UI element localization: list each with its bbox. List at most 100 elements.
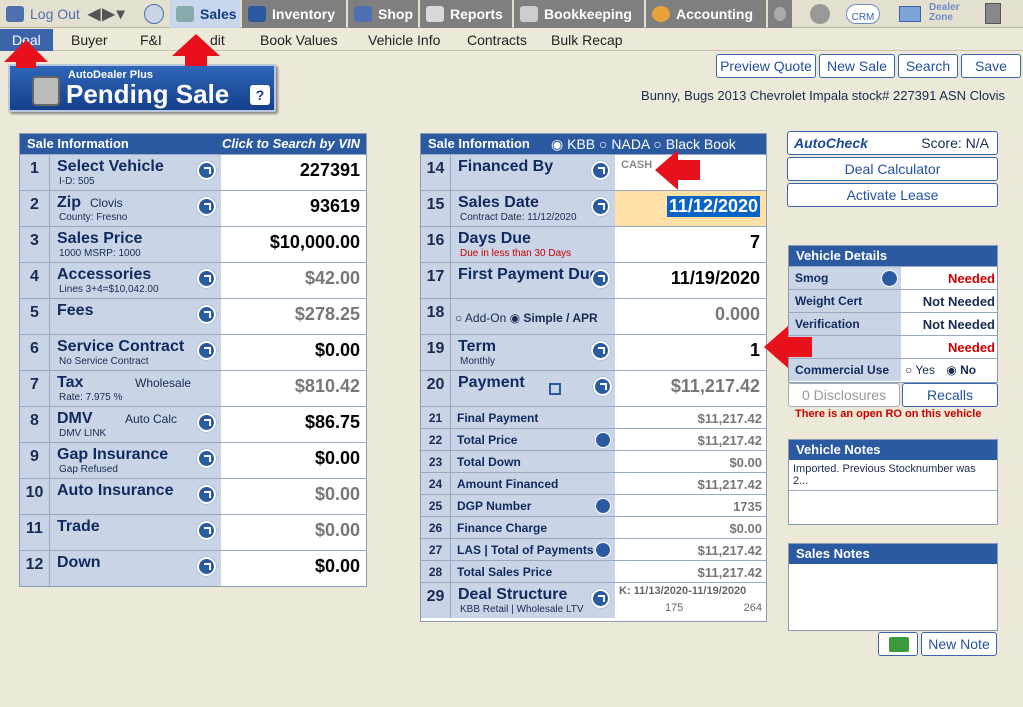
kbb-radio[interactable]: ◉	[551, 136, 567, 152]
row-number: 6	[20, 335, 50, 370]
row-lookup-button[interactable]	[591, 341, 610, 360]
nada-radio[interactable]: ○	[599, 136, 611, 152]
row-value[interactable]: 11/12/2020	[666, 196, 760, 217]
help-button[interactable]: ?	[250, 85, 270, 105]
preview-quote-button[interactable]: Preview Quote	[716, 54, 816, 78]
tab-deal[interactable]: Deal	[0, 29, 53, 51]
sale-info-mid-panel: Sale Information ◉ KBB ○ NADA ○ Black Bo…	[420, 133, 767, 622]
row-value[interactable]: $11,217.42	[671, 376, 760, 397]
row-value[interactable]: $0.00	[315, 484, 360, 505]
row-value[interactable]: $0.00	[315, 448, 360, 469]
row-value[interactable]: $10,000.00	[270, 232, 360, 253]
row-number: 7	[20, 371, 50, 406]
sale-row-28: 28 Total Sales Price $11,217.42	[421, 560, 766, 582]
settings-button[interactable]	[768, 0, 792, 28]
dealer-zone-icon[interactable]	[899, 6, 921, 22]
row-value[interactable]: $42.00	[305, 268, 360, 289]
row-value[interactable]: $0.00	[315, 556, 360, 577]
calculator-icon[interactable]	[985, 3, 1001, 24]
bell-icon[interactable]	[810, 4, 830, 24]
history-nav[interactable]: ◀▶▾	[88, 0, 127, 28]
nav-reports[interactable]: Reports	[420, 0, 512, 28]
tab-vehicle-info[interactable]: Vehicle Info	[368, 29, 440, 51]
save-button[interactable]: Save	[961, 54, 1021, 78]
commercial-yes-radio[interactable]: ○	[905, 363, 915, 377]
sale-row-7: 7 Tax Wholesale Rate: 7.975 % $810.42	[20, 370, 366, 406]
row-lookup-button[interactable]	[197, 449, 216, 468]
nav-bookkeeping[interactable]: Bookkeeping	[514, 0, 644, 28]
row-lookup-button[interactable]	[595, 432, 611, 448]
row-lookup-button[interactable]	[593, 377, 612, 396]
black-book-radio[interactable]: ○	[653, 136, 665, 152]
row-value[interactable]: 1	[750, 340, 760, 361]
row-lookup-button[interactable]	[197, 557, 216, 576]
row-value[interactable]: $86.75	[305, 412, 360, 433]
sale-row-19: 19 Term Monthly 1	[421, 334, 766, 370]
commercial-use-row: Commercial Use ○ Yes ◉ No	[789, 358, 997, 381]
logout-link[interactable]: Log Out	[6, 0, 80, 28]
row-lookup-button[interactable]	[595, 498, 611, 514]
row-lookup-button[interactable]	[591, 269, 610, 288]
row-value[interactable]: $810.42	[295, 376, 360, 397]
row-subtext: 1000 MSRP: 1000	[59, 248, 141, 259]
reports-icon	[426, 6, 444, 22]
row-value[interactable]: $0.00	[315, 340, 360, 361]
smog-lookup-button[interactable]	[881, 270, 898, 287]
addon-radio[interactable]: ○	[455, 311, 465, 325]
row-value: $0.00	[729, 521, 762, 536]
row-value[interactable]: 11/19/2020	[671, 268, 760, 289]
recalls-button[interactable]: Recalls	[902, 383, 998, 407]
crm-button[interactable]: CRM	[846, 4, 880, 24]
row-value[interactable]: $278.25	[295, 304, 360, 325]
tab-buyer[interactable]: Buyer	[71, 29, 108, 51]
vin-search-link[interactable]: Click to Search by VIN	[222, 134, 360, 154]
new-sale-button[interactable]: New Sale	[819, 54, 895, 78]
nav-sales[interactable]: Sales	[170, 0, 240, 28]
tab-book-values[interactable]: Book Values	[260, 29, 338, 51]
nav-accounting[interactable]: Accounting	[646, 0, 766, 28]
deal-wholesale-ltv: 264	[743, 602, 762, 614]
deal-calculator-button[interactable]: Deal Calculator	[787, 157, 998, 181]
nav-shop[interactable]: Shop	[348, 0, 418, 28]
row-subtext: Due in less than 30 Days	[460, 248, 572, 259]
vehicle-note-item[interactable]: Imported. Previous Stocknumber was 2...	[789, 460, 997, 491]
row-lookup-button[interactable]	[197, 413, 216, 432]
row-value[interactable]: 227391	[300, 160, 360, 181]
open-folder-button[interactable]	[878, 632, 918, 656]
tab-contracts[interactable]: Contracts	[467, 29, 527, 51]
row-lookup-button[interactable]	[197, 485, 216, 504]
row-value[interactable]: CASH	[621, 159, 760, 171]
row-lookup-button[interactable]	[197, 305, 216, 324]
row-name: Total Sales Price	[457, 565, 553, 579]
tab-bulk-recap[interactable]: Bulk Recap	[551, 29, 623, 51]
new-note-button[interactable]: New Note	[921, 632, 997, 656]
row-lookup-button[interactable]	[591, 161, 610, 180]
tab-edit[interactable]: dit	[210, 29, 225, 51]
simple-apr-radio[interactable]: ◉	[506, 311, 523, 325]
row-name: Tax	[57, 374, 84, 391]
row-lookup-button[interactable]	[197, 197, 216, 216]
row-value[interactable]: 93619	[310, 196, 360, 217]
row-lookup-button[interactable]	[197, 161, 216, 180]
row-name: Total Down	[457, 455, 521, 469]
unlock-icon[interactable]	[549, 383, 561, 395]
dealer-zone-link[interactable]: Dealer Zone	[929, 3, 960, 23]
disclosures-button[interactable]: 0 Disclosures	[788, 383, 900, 407]
row-lookup-button[interactable]	[197, 521, 216, 540]
row-value[interactable]: 7	[750, 232, 760, 253]
row-lookup-button[interactable]	[197, 341, 216, 360]
nav-inventory[interactable]: Inventory	[242, 0, 346, 28]
row-lookup-button[interactable]	[591, 589, 610, 608]
search-button[interactable]: Search	[898, 54, 958, 78]
row-lookup-button[interactable]	[595, 542, 611, 558]
tab-fi[interactable]: F&I	[140, 29, 162, 51]
vehicle-detail-row: Weight Cert Not Needed	[789, 289, 997, 312]
activate-lease-button[interactable]: Activate Lease	[787, 183, 998, 207]
commercial-no-radio[interactable]: ◉	[946, 363, 960, 377]
support-icon[interactable]	[144, 4, 164, 24]
row-value[interactable]: 0.000	[715, 304, 760, 325]
row-lookup-button[interactable]	[591, 197, 610, 216]
autocheck-button[interactable]: AutoCheck Score: N/A	[787, 131, 998, 155]
row-value[interactable]: $0.00	[315, 520, 360, 541]
row-lookup-button[interactable]	[197, 269, 216, 288]
